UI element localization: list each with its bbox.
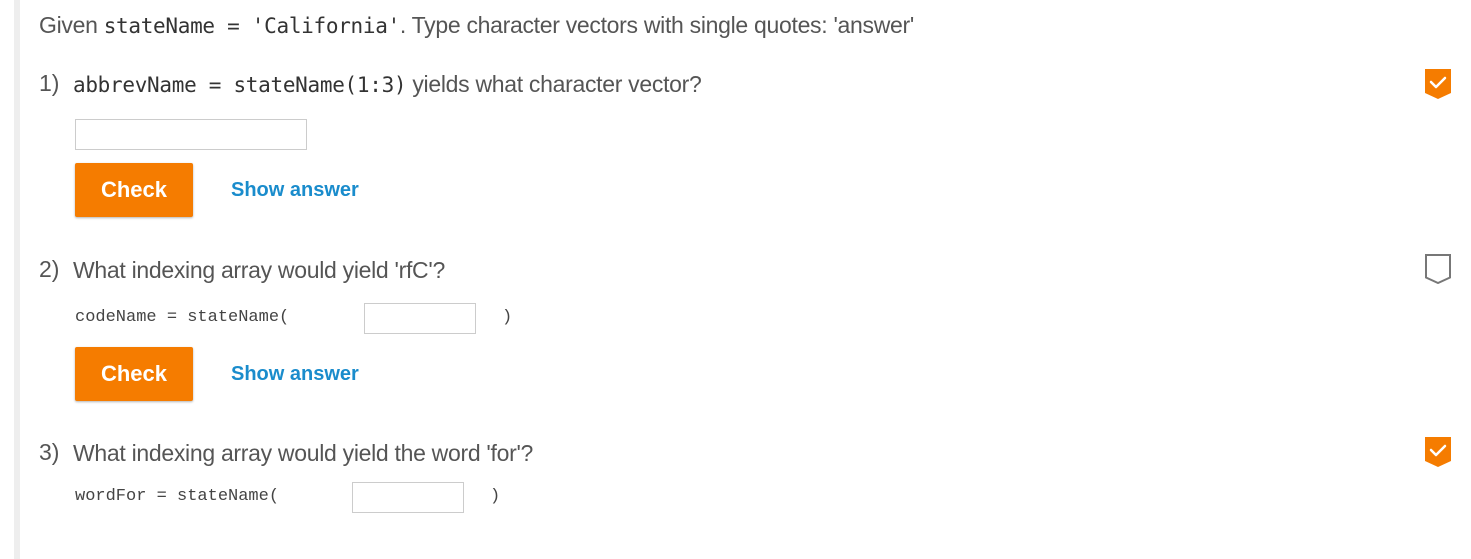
question-3-answer-input[interactable]	[352, 482, 464, 513]
question-1-completed-check-icon	[1425, 69, 1451, 99]
question-1-show-answer-link[interactable]: Show answer	[231, 179, 359, 202]
question-1-code: abbrevName = stateName(1:3)	[73, 73, 407, 97]
question-1-answer-input[interactable]	[75, 119, 307, 150]
intro-suffix: . Type character vectors with single quo…	[399, 12, 914, 38]
question-3-text: What indexing array would yield the word…	[73, 440, 534, 466]
left-border	[14, 0, 20, 559]
question-2-incomplete-icon	[1425, 254, 1451, 284]
question-1-number: 1)	[39, 70, 60, 96]
instructions: Given stateName = 'California'. Type cha…	[39, 12, 914, 39]
question-3-completed-check-icon	[1425, 437, 1451, 467]
intro-code: stateName = 'California'	[103, 14, 401, 38]
question-2-check-button[interactable]: Check	[75, 347, 193, 401]
question-1-text: abbrevName = stateName(1:3) yields what …	[73, 71, 702, 98]
question-1-prompt: yields what character vector?	[406, 71, 702, 97]
question-2-show-answer-link[interactable]: Show answer	[231, 363, 359, 386]
question-3-number: 3)	[39, 439, 60, 465]
question-2-answer-input[interactable]	[364, 303, 476, 334]
question-2-code-suffix: )	[502, 308, 513, 327]
intro-prefix: Given	[39, 12, 104, 38]
question-1-check-button[interactable]: Check	[75, 163, 193, 217]
question-3-code-prefix: wordFor = stateName(	[75, 487, 280, 506]
question-2-code-prefix: codeName = stateName(	[75, 308, 290, 327]
question-3-code-suffix: )	[490, 487, 501, 506]
question-2-number: 2)	[39, 256, 60, 282]
question-2-text: What indexing array would yield 'rfC'?	[73, 257, 445, 283]
